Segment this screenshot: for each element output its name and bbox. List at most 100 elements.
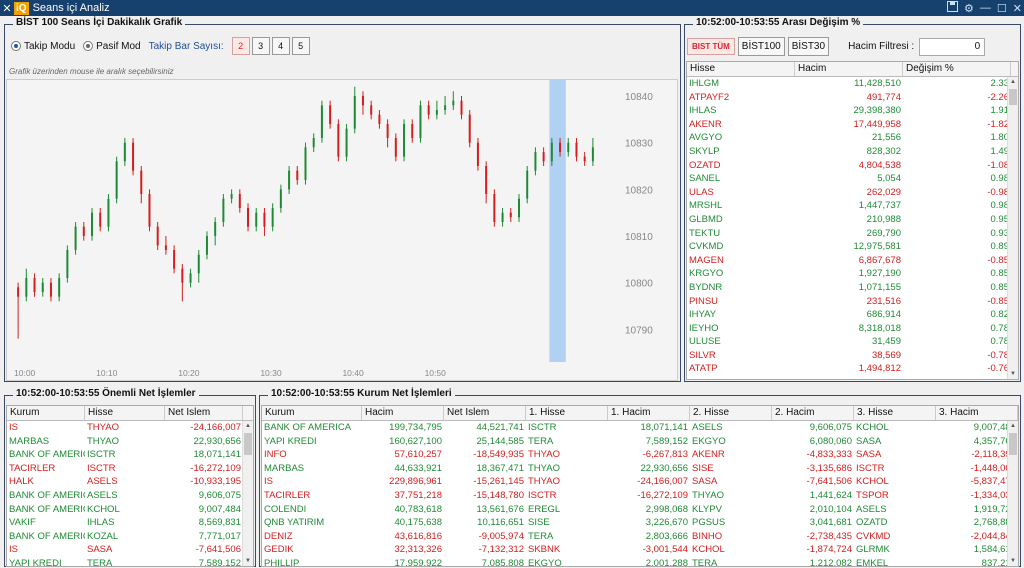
table-row[interactable]: QNB YATIRIM 40,175,638 10,116,651 SISE 3,226…: [262, 516, 1018, 530]
table-cell: 1.80: [990, 132, 1010, 144]
table-row[interactable]: BANK OF AMERICAKOZAL 7,771,017: [7, 530, 253, 544]
vertical-scrollbar[interactable]: ▲ ▼: [1007, 77, 1018, 379]
table-cell: 2,803,666: [645, 530, 688, 542]
close-icon[interactable]: ✕: [0, 2, 14, 15]
bar-count-button-5[interactable]: 5: [291, 37, 310, 55]
column-header[interactable]: 1. Hacim: [608, 406, 690, 420]
table-row[interactable]: CVKMD 12,975,581 0.89: [687, 240, 1018, 254]
table-row[interactable]: IHLAS 29,398,380 1.91: [687, 104, 1018, 118]
table-row[interactable]: TACIRLER 37,751,218 -15,148,780 ISCTR -16,27…: [262, 489, 1018, 503]
column-header[interactable]: Hacim: [795, 62, 903, 76]
table-row[interactable]: MAGEN 6,867,678 -0.85: [687, 254, 1018, 268]
table-row[interactable]: DENIZ 43,616,816 -9,005,974 TERA 2,803,666 BI…: [262, 530, 1018, 544]
bar-count-button-3[interactable]: 3: [251, 37, 270, 55]
table-cell: 0.78: [990, 336, 1010, 348]
scroll-up-icon[interactable]: ▲: [1008, 421, 1018, 431]
column-header[interactable]: 3. Hacim: [936, 406, 1018, 420]
table-cell: 0.98: [990, 200, 1010, 212]
table-row[interactable]: TACIRLER ISCTR -16,272,109: [7, 462, 253, 476]
table-row[interactable]: ULUSE 31,459 0.78: [687, 335, 1018, 349]
column-header[interactable]: 2. Hacim: [772, 406, 854, 420]
close-button[interactable]: ✕: [1013, 2, 1022, 15]
column-header[interactable]: Kurum: [7, 406, 85, 420]
column-header[interactable]: 2. Hisse: [690, 406, 772, 420]
table-row[interactable]: IHLGM 11,428,510 2.33: [687, 77, 1018, 91]
volume-filter-input[interactable]: 0: [919, 37, 986, 56]
table-row[interactable]: ULAS 262,029 -0.98: [687, 186, 1018, 200]
table-row[interactable]: MARBAS THYAO 22,930,656: [7, 435, 253, 449]
table-row[interactable]: IEYHO 8,318,018 0.78: [687, 322, 1018, 336]
table-row[interactable]: VAKIF IHLAS 8,569,831: [7, 516, 253, 530]
scroll-up-icon[interactable]: ▲: [243, 421, 253, 431]
table-row[interactable]: COLENDI 40,783,618 13,561,676 EREGL 2,998,06…: [262, 503, 1018, 517]
bar-count-button-2[interactable]: 2: [231, 37, 250, 55]
passive-mode-radio[interactable]: Pasif Mod: [83, 41, 141, 52]
table-cell: -10,933,195: [190, 476, 241, 488]
table-cell: GLRMK: [856, 544, 890, 556]
table-row[interactable]: GLBMD 210,988 0.95: [687, 213, 1018, 227]
table-row[interactable]: SANEL 5,054 0.98: [687, 172, 1018, 186]
bist-tum-button[interactable]: BIST TÜM: [687, 38, 735, 55]
bist100-button[interactable]: BİST100: [737, 37, 785, 56]
save-icon[interactable]: [947, 1, 959, 15]
table-row[interactable]: OZATD 4,804,538 -1.08: [687, 159, 1018, 173]
table-row[interactable]: INFO 57,610,257 -18,549,935 THYAO -6,267,813…: [262, 448, 1018, 462]
table-row[interactable]: MRSHL 1,447,737 0.98: [687, 199, 1018, 213]
column-header[interactable]: 3. Hisse: [854, 406, 936, 420]
scroll-up-icon[interactable]: ▲: [1008, 77, 1018, 87]
table-row[interactable]: AVGYO 21,556 1.80: [687, 131, 1018, 145]
table-cell: 12,975,581: [853, 241, 901, 253]
scroll-down-icon[interactable]: ▼: [1008, 556, 1018, 566]
chart-panel-title: BİST 100 Seans İçi Dakikalık Grafik: [13, 17, 186, 28]
table-cell: TEKTU: [689, 227, 721, 239]
table-row[interactable]: BANK OF AMERICAISCTR 18,071,141: [7, 448, 253, 462]
column-header[interactable]: Kurum: [262, 406, 362, 420]
column-header[interactable]: Değişim %: [903, 62, 1011, 76]
gear-icon[interactable]: ⚙: [964, 2, 974, 15]
table-cell: 1,494,812: [858, 363, 901, 375]
table-row[interactable]: IS THYAO -24,166,007: [7, 421, 253, 435]
table-row[interactable]: SILVR 38,569 -0.78: [687, 349, 1018, 363]
column-header[interactable]: Hisse: [85, 406, 165, 420]
table-row[interactable]: IS 229,896,961 -15,261,145 THYAO -24,166,007…: [262, 475, 1018, 489]
table-row[interactable]: BANK OF AMERICAASELS 9,606,075: [7, 489, 253, 503]
column-header[interactable]: Hisse: [687, 62, 795, 76]
vertical-scrollbar[interactable]: ▲ ▼: [1007, 421, 1018, 566]
table-row[interactable]: ATPAYF2 491,774 -2.26: [687, 91, 1018, 105]
table-row[interactable]: SKYLP 828,302 1.49: [687, 145, 1018, 159]
minimize-button[interactable]: —: [980, 2, 991, 14]
table-row[interactable]: IHYAY 686,914 0.82: [687, 308, 1018, 322]
table-row[interactable]: PHILLIP 17,959,922 7,085,808 EKGYO 2,001,288…: [262, 557, 1018, 566]
follow-mode-radio[interactable]: Takip Modu: [11, 41, 75, 52]
table-row[interactable]: PINSU 231,516 -0.85: [687, 295, 1018, 309]
table-cell: 1.49: [990, 145, 1010, 157]
scroll-down-icon[interactable]: ▼: [1008, 369, 1018, 379]
table-row[interactable]: AKENR 17,449,958 -1.82: [687, 118, 1018, 132]
table-row[interactable]: KRGYO 1,927,190 0.85: [687, 267, 1018, 281]
column-header[interactable]: 1. Hisse: [526, 406, 608, 420]
scrollbar-thumb[interactable]: [244, 433, 252, 455]
column-header[interactable]: Net Islem: [444, 406, 526, 420]
maximize-button[interactable]: ☐: [997, 2, 1007, 15]
table-row[interactable]: GEDIK 32,313,326 -7,132,312 SKBNK -3,001,544…: [262, 543, 1018, 557]
vertical-scrollbar[interactable]: ▲ ▼: [242, 421, 253, 566]
scrollbar-thumb[interactable]: [1009, 433, 1017, 455]
table-row[interactable]: YAPI KREDI TERA 7,589,152: [7, 557, 253, 566]
column-header[interactable]: Hacim: [362, 406, 444, 420]
table-row[interactable]: BYDNR 1,071,155 0.85: [687, 281, 1018, 295]
bist30-button[interactable]: BİST30: [787, 37, 830, 56]
table-row[interactable]: TEKTU 269,790 0.93: [687, 227, 1018, 241]
column-header[interactable]: Net Islem: [165, 406, 243, 420]
table-row[interactable]: YAPI KREDI 160,627,100 25,144,585 TERA 7,589…: [262, 435, 1018, 449]
bar-count-button-4[interactable]: 4: [271, 37, 290, 55]
scrollbar-thumb[interactable]: [1009, 89, 1017, 105]
table-cell: BYDNR: [689, 281, 723, 293]
table-row[interactable]: BANK OF AMERICAKCHOL 9,007,484: [7, 503, 253, 517]
table-row[interactable]: ATATP 1,494,812 -0.76: [687, 362, 1018, 376]
candlestick-chart[interactable]: 10840 10830 10820 10810 10800 10790 10:00 10:10…: [6, 79, 678, 381]
scroll-down-icon[interactable]: ▼: [243, 556, 253, 566]
table-row[interactable]: BANK OF AMERICA 199,734,795 44,521,741 ISCT…: [262, 421, 1018, 435]
table-row[interactable]: HALK ASELS -10,933,195: [7, 475, 253, 489]
table-row[interactable]: IS SASA -7,641,506: [7, 543, 253, 557]
table-row[interactable]: MARBAS 44,633,921 18,367,471 THYAO 22,930,65…: [262, 462, 1018, 476]
